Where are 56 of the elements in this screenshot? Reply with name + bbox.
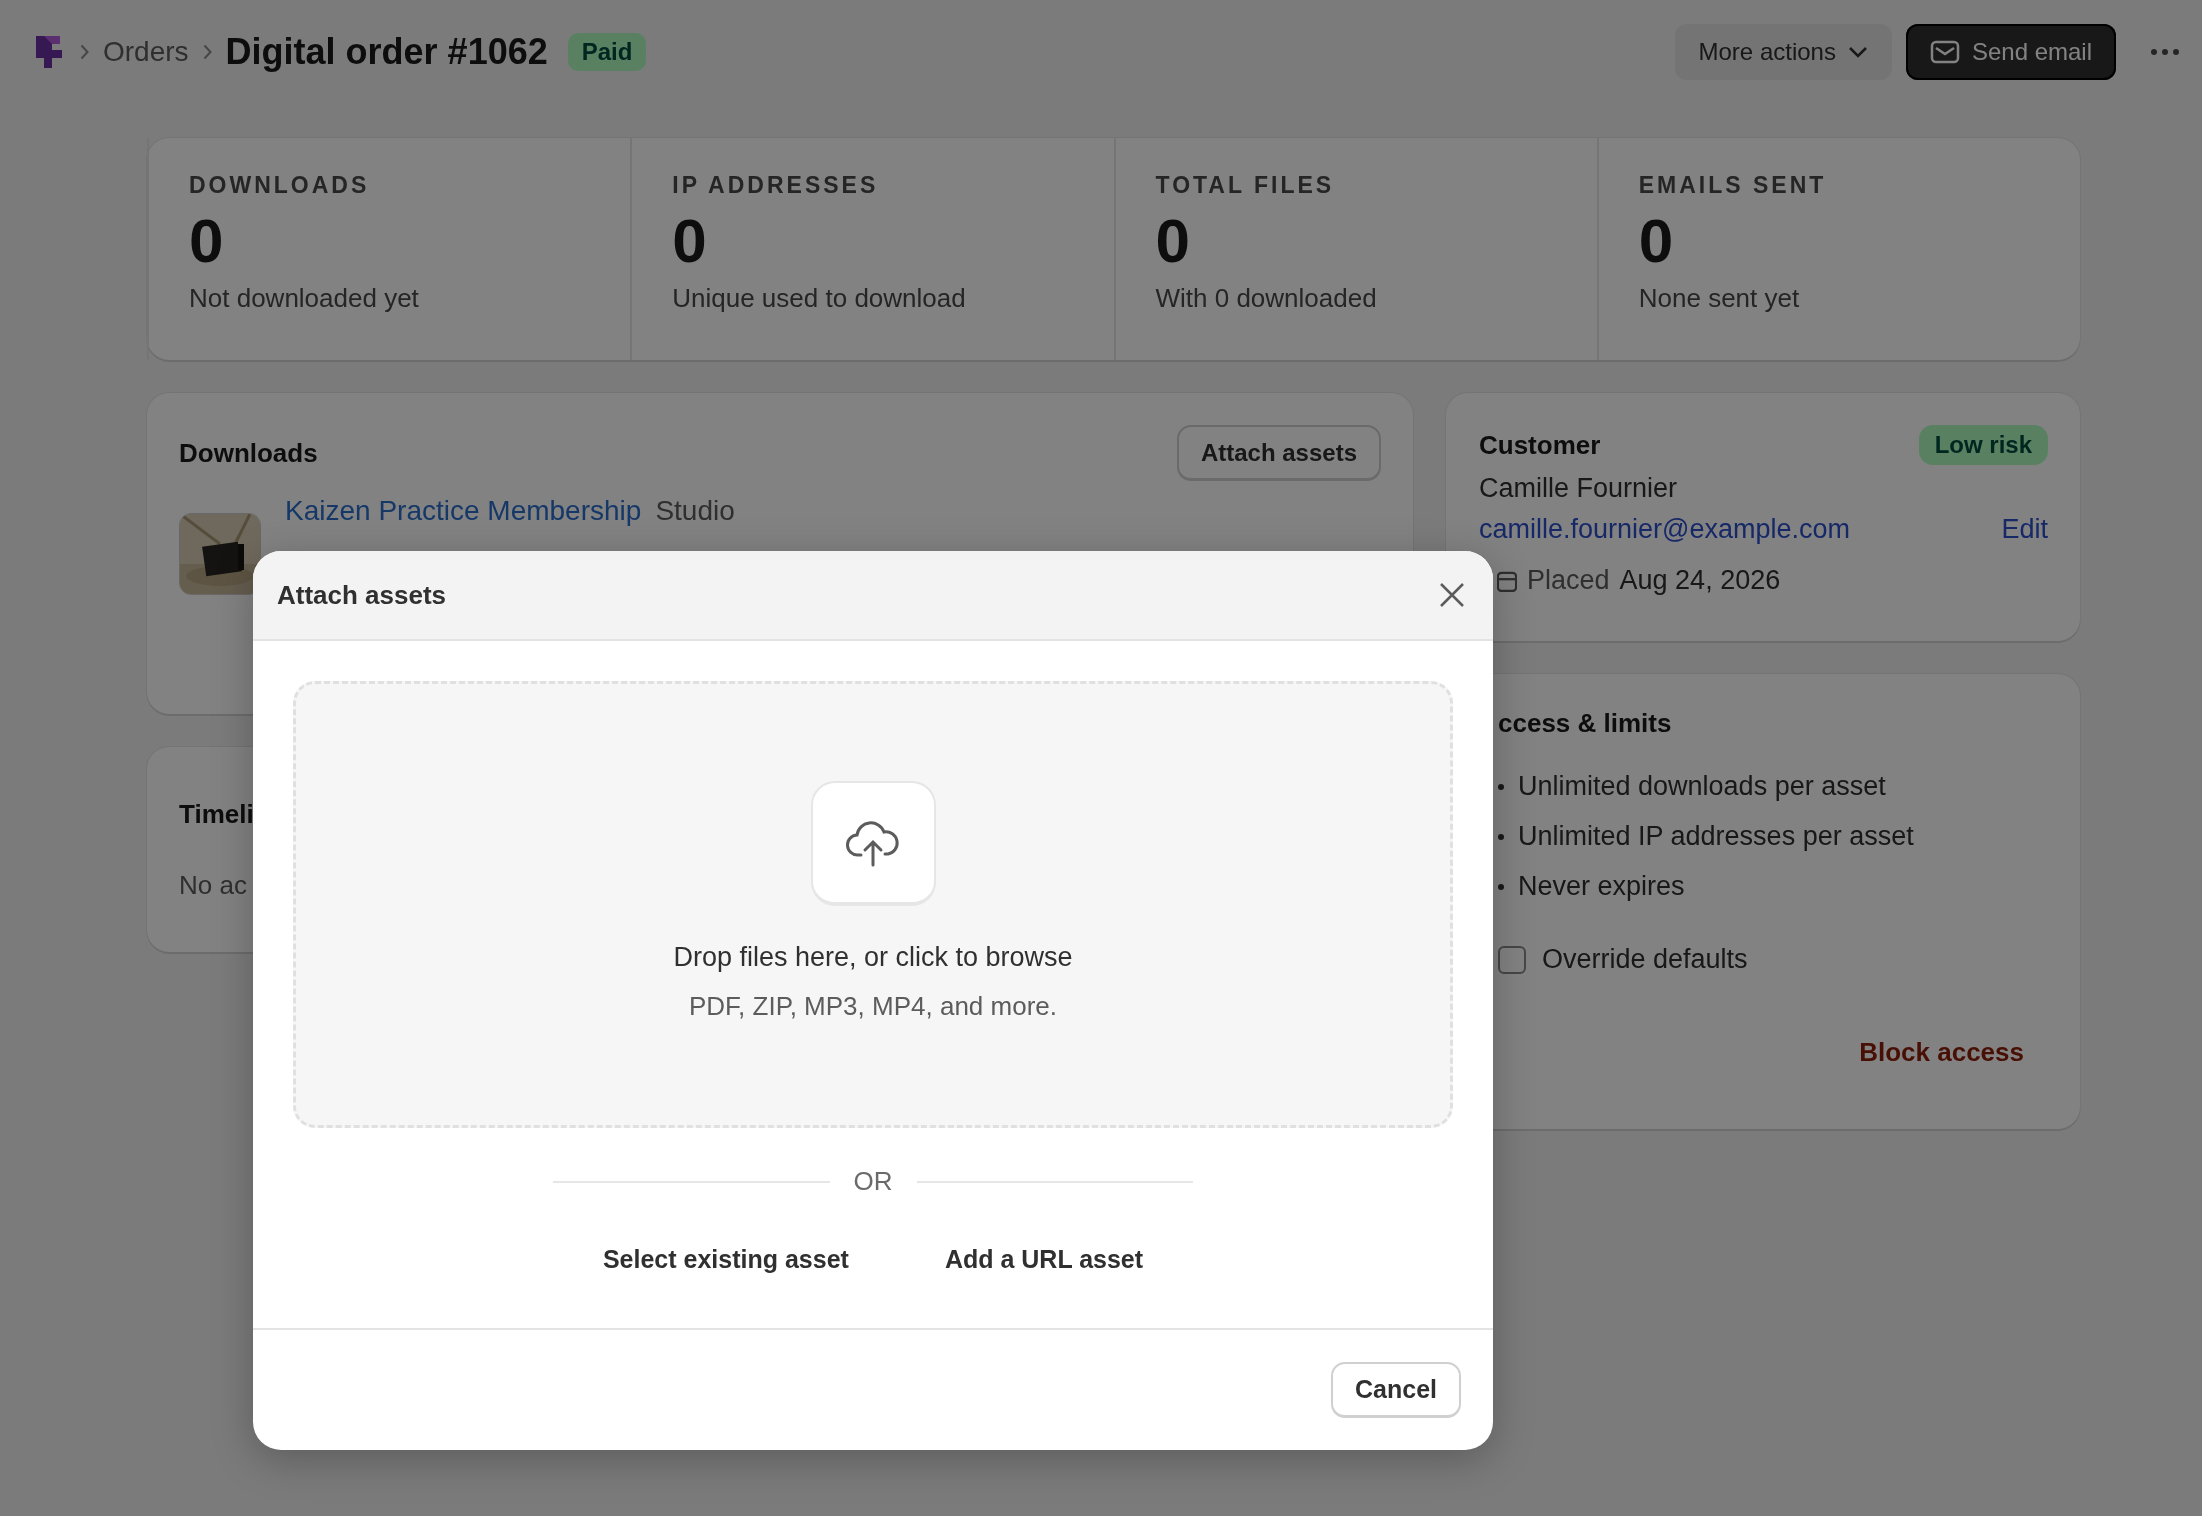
risk-badge: Low risk — [1918, 425, 2048, 465]
chevron-icon — [202, 44, 212, 60]
stat-label: IP ADDRESSES — [672, 172, 880, 199]
stat-label: EMAILS SENT — [1638, 172, 1828, 199]
placed-label: Placed — [1527, 565, 1610, 596]
stat-note: With 0 downloaded — [1155, 283, 1378, 315]
card-title: Downloads — [179, 437, 318, 469]
customer-name: Camille Fournier — [1479, 473, 1679, 504]
stat-label: TOTAL FILES — [1155, 172, 1336, 199]
bullet-icon — [1498, 833, 1504, 840]
email-link[interactable]: camille.fournier@example.com — [1479, 514, 1851, 545]
dialog-title: Attach assets — [277, 579, 447, 611]
status-badge: Paid — [567, 33, 647, 71]
send-email-button[interactable]: Send email — [1905, 24, 2116, 80]
attach-assets-button[interactable]: Attach assets — [1176, 425, 1381, 481]
bullet-icon — [1498, 783, 1504, 790]
file-types-hint: PDF, ZIP, MP3, MP4, and more. — [689, 991, 1057, 1022]
card-title: Timeli — [179, 799, 255, 830]
close-icon[interactable] — [1439, 582, 1465, 608]
stat-note: Not downloaded yet — [189, 283, 420, 315]
more-actions-button[interactable]: More actions — [1674, 24, 1892, 80]
stat-value: 0 — [1638, 207, 1675, 276]
stat-value: 0 — [1155, 207, 1191, 276]
card-title: ccess & limits — [1498, 708, 1673, 739]
calendar-icon — [1497, 569, 1517, 592]
file-drop-zone[interactable]: Drop files here, or click to browse PDF, ZIP, MP3, MP4, and more. — [293, 681, 1453, 1128]
checkbox[interactable] — [1498, 945, 1526, 974]
stat-note: None sent yet — [1638, 283, 1801, 315]
limit-text: Unlimited downloads per asset — [1518, 771, 1886, 802]
cloud-upload-icon — [845, 818, 901, 867]
limit-text: Never expires — [1518, 871, 1685, 902]
variant-text: Studio — [655, 495, 735, 526]
drop-instructions: Drop files here, or click to browse — [673, 942, 1073, 973]
stat-label: DOWNLOADS — [189, 172, 371, 199]
stat-value: 0 — [189, 207, 225, 276]
limit-text: Unlimited IP addresses per asset — [1518, 821, 1914, 852]
asset-option-button[interactable]: Add a URL asset — [926, 1237, 1162, 1282]
stat-note: Unique used to download — [672, 283, 967, 315]
chevron-icon — [80, 44, 89, 60]
asset-option-button[interactable]: Select existing asset — [584, 1237, 867, 1282]
breadcrumb-link[interactable]: Orders — [103, 36, 189, 68]
cancel-button[interactable]: Cancel — [1331, 1362, 1461, 1418]
product-link[interactable]: Kaizen Practice Membership — [285, 495, 642, 526]
timeline-text: No ac — [179, 870, 247, 901]
stat-value: 0 — [672, 207, 708, 276]
chevron-down-icon — [1847, 46, 1868, 58]
divider-label: OR — [853, 1166, 893, 1197]
checkbox-label: Override defaults — [1542, 944, 1748, 975]
edit-link[interactable]: Edit — [2001, 514, 2048, 545]
block-access-link[interactable]: Block access — [1859, 1037, 2024, 1068]
card-title: Customer — [1479, 429, 1601, 461]
more-options-icon[interactable] — [2150, 48, 2180, 56]
bullet-icon — [1498, 883, 1504, 890]
envelope-icon — [1929, 40, 1960, 64]
placed-date: Aug 24, 2026 — [1619, 565, 1781, 596]
page-title: Digital order #1062 — [225, 31, 548, 73]
